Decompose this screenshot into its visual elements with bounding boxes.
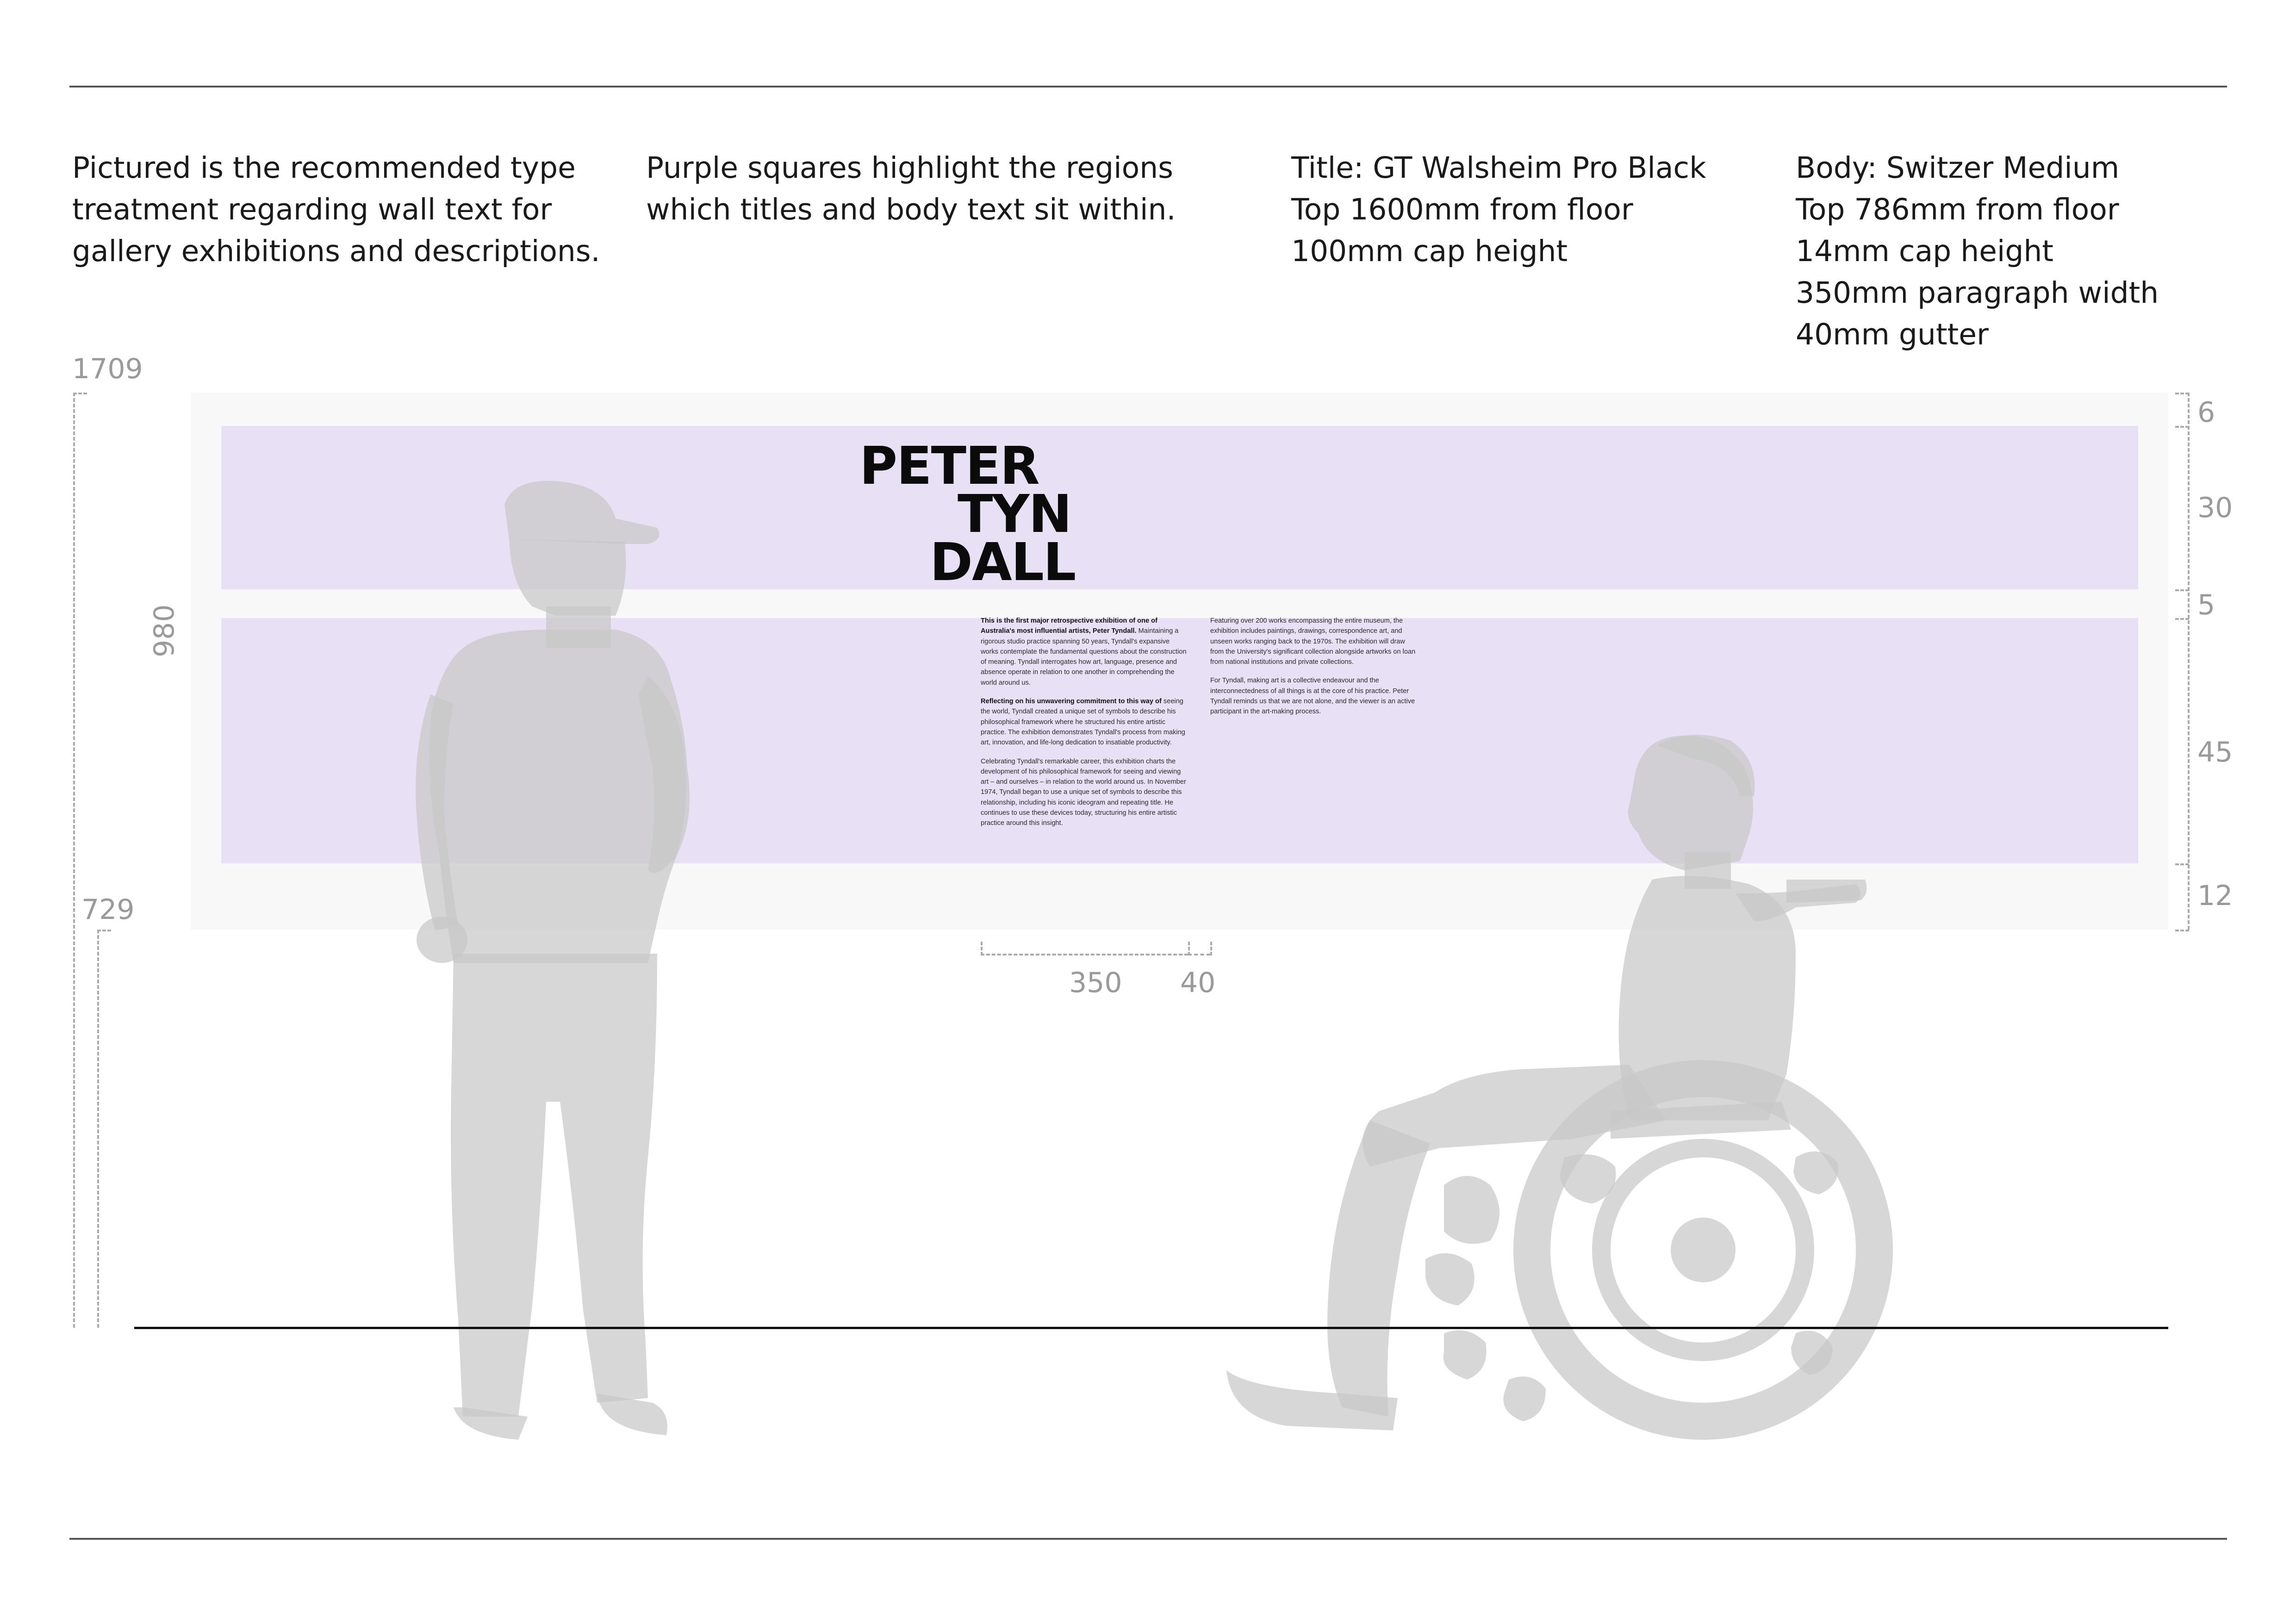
dim-line-right <box>2188 393 2190 930</box>
wheelchair-user-silhouette <box>1226 735 1893 1440</box>
floor-line <box>134 1327 2168 1329</box>
dim-label-right-30: 30 <box>2197 492 2233 524</box>
dim-tick-left-bottom <box>97 930 111 931</box>
dim-tick-right-1 <box>2175 393 2189 394</box>
dim-line-left-outer <box>73 393 75 1328</box>
dim-tick-gutter-right <box>1210 942 1212 956</box>
dim-tick-right-2 <box>2175 426 2189 428</box>
dim-tick-right-5 <box>2175 863 2189 865</box>
dim-label-right-5: 5 <box>2197 589 2215 621</box>
dim-label-column: 350 <box>1069 967 1122 999</box>
dim-tick-left-top <box>73 393 87 394</box>
dim-tick-right-4 <box>2175 618 2189 620</box>
dim-tick-right-6 <box>2175 930 2189 931</box>
dim-label-left-height: 980 <box>148 604 180 657</box>
dim-tick-right-3 <box>2175 589 2189 591</box>
dim-label-left-bottom: 729 <box>81 893 135 926</box>
dim-label-right-45: 45 <box>2197 736 2233 768</box>
dim-label-right-6: 6 <box>2197 396 2215 429</box>
dim-tick-column-left <box>981 942 983 956</box>
dim-label-gutter: 40 <box>1180 967 1216 999</box>
dim-line-gutter <box>1188 954 1210 956</box>
dim-line-left-inner <box>97 930 99 1328</box>
dim-label-left-top: 1709 <box>72 353 143 385</box>
dim-line-column <box>981 954 1188 956</box>
wall-text-diagram: Pictured is the recommended type treatme… <box>0 0 2296 1624</box>
dim-label-right-12: 12 <box>2197 880 2233 912</box>
